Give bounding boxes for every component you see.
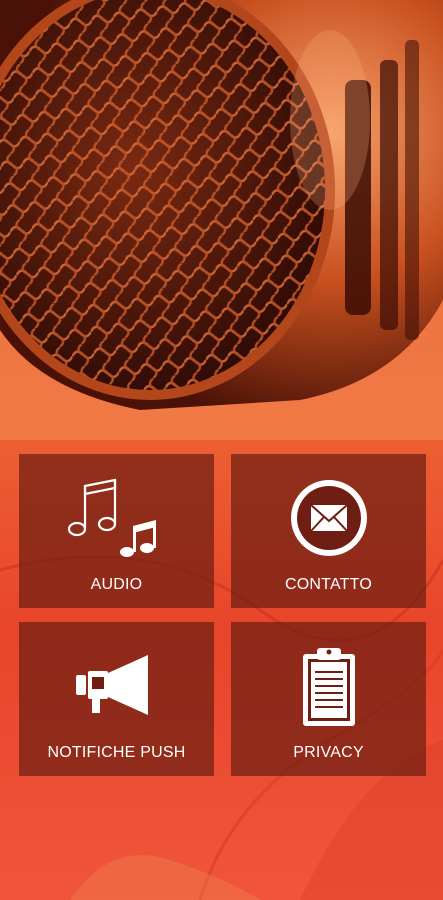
notifiche-push-label: NOTIFICHE PUSH <box>47 744 186 761</box>
envelope-icon <box>279 476 379 560</box>
contatto-tile-button[interactable]: CONTATTO <box>231 454 426 608</box>
audio-label: AUDIO <box>90 576 143 593</box>
audio-tile-button[interactable]: AUDIO <box>19 454 214 608</box>
privacy-label: PRIVACY <box>293 744 364 761</box>
music-notes-icon <box>67 476 167 560</box>
privacy-tile-button[interactable]: PRIVACY <box>231 622 426 776</box>
contatto-label: CONTATTO <box>285 576 372 593</box>
hero-microphone-image <box>0 0 443 440</box>
notifiche-push-tile-button[interactable]: NOTIFICHE PUSH <box>19 622 214 776</box>
clipboard-icon <box>279 644 379 728</box>
megaphone-icon <box>67 644 167 728</box>
